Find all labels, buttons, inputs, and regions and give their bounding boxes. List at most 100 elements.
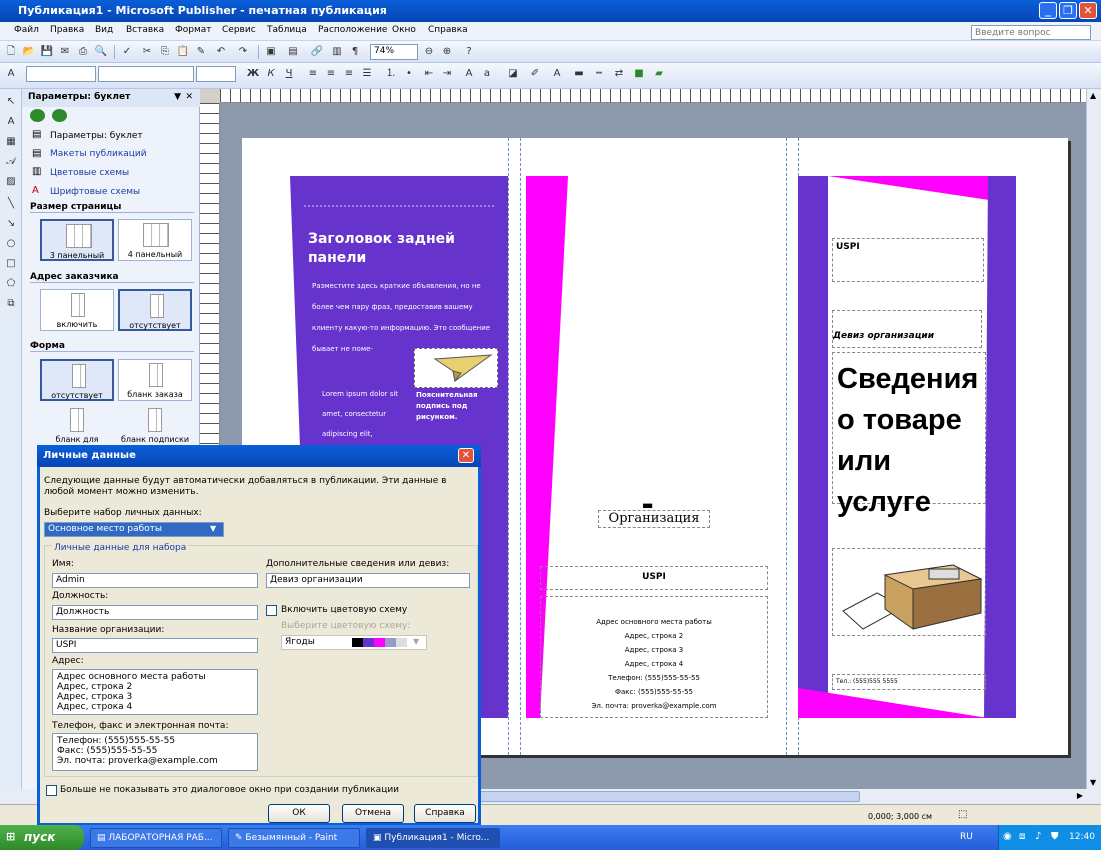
cut-icon[interactable]: ✂ xyxy=(140,45,154,59)
increase-indent-icon[interactable]: ⇥ xyxy=(440,67,454,81)
help-icon[interactable]: ? xyxy=(462,45,476,59)
back-nav-icon[interactable] xyxy=(30,109,45,122)
select-pointer-icon[interactable]: ↖ xyxy=(4,95,18,109)
minimize-button[interactable]: _ xyxy=(1039,2,1057,19)
underline-icon[interactable]: Ч xyxy=(282,67,296,81)
picture-caption[interactable]: Пояснительная подпись под рисунком. xyxy=(416,390,500,423)
menu-tools[interactable]: Сервис xyxy=(222,25,256,35)
motto-text[interactable]: Девиз организации xyxy=(832,310,982,348)
decrease-indent-icon[interactable]: ⇤ xyxy=(422,67,436,81)
fill-color-icon[interactable]: ◪ xyxy=(506,67,520,81)
front-org-name[interactable]: USPI xyxy=(832,238,984,282)
menu-view[interactable]: Вид xyxy=(95,25,113,35)
start-button[interactable]: ⊞ пуск xyxy=(0,825,84,850)
redo-icon[interactable]: ↷ xyxy=(236,45,250,59)
print-preview-icon[interactable]: 🔍 xyxy=(94,45,108,59)
scroll-right-icon[interactable]: ▶ xyxy=(1077,791,1083,800)
personal-set-select[interactable]: Основное место работы xyxy=(44,522,224,537)
insert-hyperlink-icon[interactable]: 🔗 xyxy=(310,45,324,59)
back-panel-title[interactable]: Заголовок задней панели xyxy=(308,230,488,268)
link-color-schemes[interactable]: Цветовые схемы xyxy=(50,168,129,178)
styles-icon[interactable]: A xyxy=(4,67,18,81)
lorem-text[interactable]: Lorem ipsum dolor sit amet, consectetur … xyxy=(322,384,412,444)
restore-button[interactable]: ❐ xyxy=(1059,2,1077,19)
autoshapes-icon[interactable]: ⬠ xyxy=(4,277,18,291)
option-4-panel[interactable]: 4 панельный xyxy=(118,219,192,261)
network-icon[interactable]: ⧈ xyxy=(1019,831,1025,842)
align-left-icon[interactable]: ≡ xyxy=(306,67,320,81)
format-painter-icon[interactable]: ✎ xyxy=(194,45,208,59)
columns-icon[interactable]: ▥ xyxy=(330,45,344,59)
line-tool-icon[interactable]: ╲ xyxy=(4,197,18,211)
rectangle-tool-icon[interactable]: □ xyxy=(4,257,18,271)
shadow-style-icon[interactable]: ■ xyxy=(632,67,646,81)
option-3-panel[interactable]: 3 панельный xyxy=(40,219,114,261)
font-size-select[interactable] xyxy=(196,66,236,82)
copy-icon[interactable]: ⎘ xyxy=(158,45,172,59)
dash-style-icon[interactable]: ┅ xyxy=(592,67,606,81)
task-pane-close-icon[interactable]: ✕ xyxy=(185,92,193,102)
arrow-tool-icon[interactable]: ↘ xyxy=(4,217,18,231)
position-field[interactable]: Должность xyxy=(52,605,258,620)
bring-forward-icon[interactable]: ▣ xyxy=(264,45,278,59)
chevron-down-icon[interactable]: ▼ xyxy=(210,524,216,533)
email-icon[interactable]: ✉ xyxy=(58,45,72,59)
help-search-input[interactable]: Введите вопрос xyxy=(971,25,1091,40)
menu-table[interactable]: Таблица xyxy=(267,25,307,35)
task-pane-menu-icon[interactable]: ▼ xyxy=(174,92,181,102)
option-form-response[interactable]: бланк для ответов xyxy=(40,405,114,453)
option-address-include[interactable]: включить xyxy=(40,289,114,331)
color-scheme-checkbox[interactable] xyxy=(266,605,277,616)
name-field[interactable]: Admin xyxy=(52,573,258,588)
menu-format[interactable]: Формат xyxy=(175,25,212,35)
numbering-icon[interactable]: ⒈ xyxy=(384,67,398,81)
paper-plane-picture[interactable] xyxy=(414,348,498,388)
vertical-scrollbar[interactable]: ▲ ▼ xyxy=(1086,89,1101,789)
extra-info-field[interactable]: Девиз организации xyxy=(266,573,470,588)
phone-text[interactable]: Тел.: (555)555 5555 xyxy=(832,674,986,690)
task-lab-document[interactable]: ▤ ЛАБОРАТОРНАЯ РАБ... xyxy=(90,828,222,848)
wordart-icon[interactable]: 𝒜 xyxy=(4,155,18,169)
undo-icon[interactable]: ↶ xyxy=(214,45,228,59)
paste-icon[interactable]: 📋 xyxy=(176,45,190,59)
option-form-order[interactable]: бланк заказа xyxy=(118,359,192,401)
menu-insert[interactable]: Вставка xyxy=(126,25,164,35)
horizontal-scroll-thumb[interactable] xyxy=(440,791,860,802)
task-paint[interactable]: ✎ Безымянный - Paint xyxy=(228,828,360,848)
align-center-icon[interactable]: ≡ xyxy=(324,67,338,81)
arrow-style-icon[interactable]: ⇄ xyxy=(612,67,626,81)
address-field[interactable]: Адрес основного места работы Адрес, стро… xyxy=(52,669,258,715)
menu-window[interactable]: Окно xyxy=(392,25,416,35)
chevron-down-icon[interactable]: ▼ xyxy=(413,637,419,646)
zoom-out-icon[interactable]: ⊖ xyxy=(422,45,436,59)
save-icon[interactable]: 💾 xyxy=(40,45,54,59)
update-icon[interactable]: ⛊ xyxy=(1051,831,1059,842)
design-gallery-icon[interactable]: ⧉ xyxy=(4,297,18,311)
menu-file[interactable]: Файл xyxy=(14,25,39,35)
antivirus-icon[interactable]: ◉ xyxy=(1003,831,1012,842)
style-select[interactable] xyxy=(26,66,96,82)
link-font-schemes[interactable]: Шрифтовые схемы xyxy=(50,187,140,197)
line-style-icon[interactable]: ▬ xyxy=(572,67,586,81)
dialog-help-button[interactable]: Справка xyxy=(414,804,476,823)
cancel-button[interactable]: Отмена xyxy=(342,804,404,823)
align-right-icon[interactable]: ≡ xyxy=(342,67,356,81)
contact-field[interactable]: Телефон: (555)555-55-55 Факс: (555)555-5… xyxy=(52,733,258,771)
justify-icon[interactable]: ☰ xyxy=(360,67,374,81)
ok-button[interactable]: ОК xyxy=(268,804,330,823)
middle-org-name[interactable]: USPI xyxy=(540,566,768,590)
close-button[interactable]: ✕ xyxy=(1079,2,1097,19)
dont-show-checkbox[interactable] xyxy=(46,785,57,796)
scroll-down-icon[interactable]: ▼ xyxy=(1090,778,1096,787)
grow-font-icon[interactable]: A xyxy=(462,67,476,81)
zoom-in-icon[interactable]: ⊕ xyxy=(440,45,454,59)
line-color-icon[interactable]: ✐ xyxy=(528,67,542,81)
option-form-signup[interactable]: бланк подписки xyxy=(118,405,192,447)
task-publisher[interactable]: ▣ Публикация1 - Micro... xyxy=(366,828,500,848)
shrink-font-icon[interactable]: a xyxy=(480,67,494,81)
menu-arrange[interactable]: Расположение xyxy=(318,25,387,35)
volume-icon[interactable]: ♪ xyxy=(1035,831,1041,842)
language-indicator[interactable]: RU xyxy=(960,832,973,842)
font-color-icon[interactable]: A xyxy=(550,67,564,81)
printer-picture[interactable] xyxy=(832,548,986,636)
